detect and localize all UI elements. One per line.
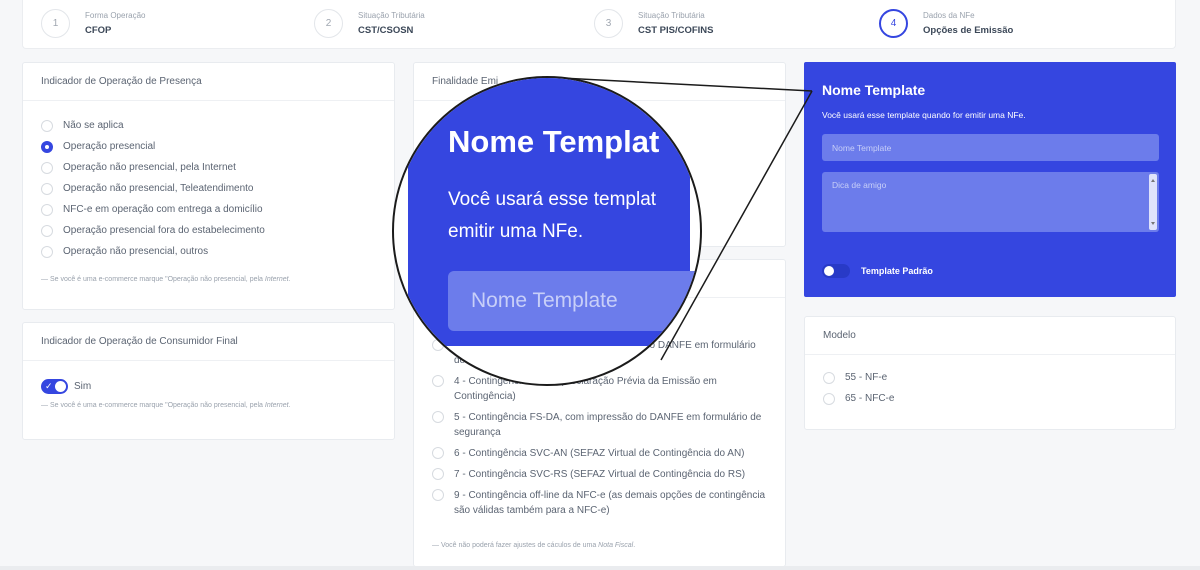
template-panel: Nome Template Você usará esse template q… — [804, 62, 1176, 297]
radio-button-selected[interactable] — [41, 140, 53, 153]
radio-button[interactable] — [432, 489, 444, 501]
zoom-magnifier: Nome Templat Você usará esse templat emit… — [392, 76, 702, 386]
contingencia-option[interactable]: 6 - Contingência SVC-AN (SEFAZ Virtual d… — [432, 446, 772, 461]
template-name-input[interactable]: Nome Template — [822, 134, 1159, 161]
option-label: NFC-e em operação com entrega a domicíli… — [63, 204, 263, 215]
option-label: Não se aplica — [63, 120, 124, 131]
contingencia-option[interactable]: 5 - Contingência FS-DA, com impressão do… — [432, 410, 772, 440]
card-title: Modelo — [805, 317, 1175, 355]
zoom-title: Nome Templat — [448, 124, 660, 159]
presenca-option[interactable]: Não se aplica — [41, 115, 376, 136]
template-hint-textarea[interactable]: Dica de amigo — [822, 172, 1159, 232]
textarea-placeholder: Dica de amigo — [832, 180, 887, 190]
toggle-label: Template Padrão — [861, 266, 933, 276]
step-label: Situação Tributária — [358, 11, 425, 20]
step-number: 2 — [314, 9, 343, 38]
card-title: Indicador de Operação de Consumidor Fina… — [23, 323, 394, 361]
consumidor-toggle[interactable]: ✓ — [41, 379, 68, 394]
radio-button[interactable] — [823, 392, 835, 405]
option-label: Operação presencial fora do estabelecime… — [63, 225, 265, 236]
step-label: Dados da NFe — [923, 11, 975, 20]
radio-button[interactable] — [823, 371, 835, 384]
card-title: Indicador de Operação de Presença — [23, 63, 394, 101]
modelo-card: Modelo 55 - NF-e 65 - NFC-e — [804, 316, 1176, 430]
radio-button[interactable] — [41, 161, 53, 174]
radio-button[interactable] — [41, 224, 53, 237]
zoom-template-panel: Nome Templat Você usará esse templat emit… — [408, 78, 700, 346]
consumidor-card: Indicador de Operação de Consumidor Fina… — [22, 322, 395, 440]
option-label: Operação não presencial, pela Internet — [63, 162, 236, 173]
presenca-option[interactable]: NFC-e em operação com entrega a domicíli… — [41, 199, 376, 220]
radio-button[interactable] — [41, 203, 53, 216]
contingencia-note: — Você não poderá fazer ajustes de cácul… — [432, 542, 636, 549]
presenca-card: Indicador de Operação de Presença Não se… — [22, 62, 395, 310]
option-label: Operação presencial — [63, 141, 156, 152]
textarea-scrollbar[interactable] — [1149, 174, 1157, 230]
radio-button[interactable] — [41, 245, 53, 258]
radio-button[interactable] — [432, 375, 444, 387]
contingencia-option[interactable]: 4 - Contingência DPEC (Declaração Prévia… — [432, 374, 772, 404]
step-value: Opções de Emissão — [923, 25, 1014, 36]
radio-button[interactable] — [432, 411, 444, 423]
consumidor-toggle-row[interactable]: ✓ Sim — [23, 361, 394, 394]
step-value: CST/CSOSN — [358, 25, 414, 36]
radio-button[interactable] — [432, 468, 444, 480]
option-label: 7 - Contingência SVC-RS (SEFAZ Virtual d… — [454, 469, 746, 480]
presenca-option[interactable]: Operação não presencial, pela Internet — [41, 157, 376, 178]
template-default-row[interactable]: Template Padrão — [822, 264, 933, 278]
contingencia-option[interactable]: 7 - Contingência SVC-RS (SEFAZ Virtual d… — [432, 467, 772, 482]
option-label: Operação não presencial, Teleatendimento — [63, 183, 254, 194]
page-bottom-border — [0, 566, 1200, 570]
option-label: 9 - Contingência off-line da NFC-e (as d… — [454, 490, 766, 516]
zoom-subtitle: Você usará esse templat emitir uma NFe. — [448, 189, 657, 242]
radio-button[interactable] — [41, 182, 53, 195]
option-label: 55 - NF-e — [845, 372, 888, 383]
presenca-option[interactable]: Operação não presencial, Teleatendimento — [41, 178, 376, 199]
template-title: Nome Template — [822, 82, 926, 98]
step-number: 1 — [41, 9, 70, 38]
presenca-option[interactable]: Operação presencial — [41, 136, 376, 157]
zoom-name-input: Nome Template — [448, 271, 700, 331]
option-label: 5 - Contingência FS-DA, com impressão do… — [454, 412, 762, 438]
step-value: CST PIS/COFINS — [638, 25, 714, 36]
toggle-label: Sim — [74, 381, 92, 392]
template-subtitle: Você usará esse template quando for emit… — [822, 110, 1026, 120]
consumidor-note: — Se você é uma e-commerce marque "Opera… — [41, 402, 291, 409]
presenca-note: — Se você é uma e-commerce marque "Opera… — [41, 276, 291, 283]
step-number: 4 — [879, 9, 908, 38]
step-label: Forma Operação — [85, 11, 146, 20]
modelo-option[interactable]: 55 - NF-e — [823, 367, 1157, 388]
option-label: 6 - Contingência SVC-AN (SEFAZ Virtual d… — [454, 448, 745, 459]
step-label: Situação Tributária — [638, 11, 705, 20]
step-number: 3 — [594, 9, 623, 38]
step-value: CFOP — [85, 25, 112, 36]
template-default-toggle[interactable] — [822, 264, 850, 278]
radio-button[interactable] — [432, 447, 444, 459]
progress-stepper: 1 Forma Operação CFOP 2 Situação Tributá… — [22, 0, 1176, 49]
modelo-option[interactable]: 65 - NFC-e — [823, 388, 1157, 409]
option-label: 65 - NFC-e — [845, 393, 895, 404]
presenca-option[interactable]: Operação não presencial, outros — [41, 241, 376, 262]
radio-button[interactable] — [41, 119, 53, 132]
presenca-option[interactable]: Operação presencial fora do estabelecime… — [41, 220, 376, 241]
contingencia-option[interactable]: 9 - Contingência off-line da NFC-e (as d… — [432, 488, 772, 518]
option-label: Operação não presencial, outros — [63, 246, 209, 257]
check-icon: ✓ — [45, 381, 53, 391]
